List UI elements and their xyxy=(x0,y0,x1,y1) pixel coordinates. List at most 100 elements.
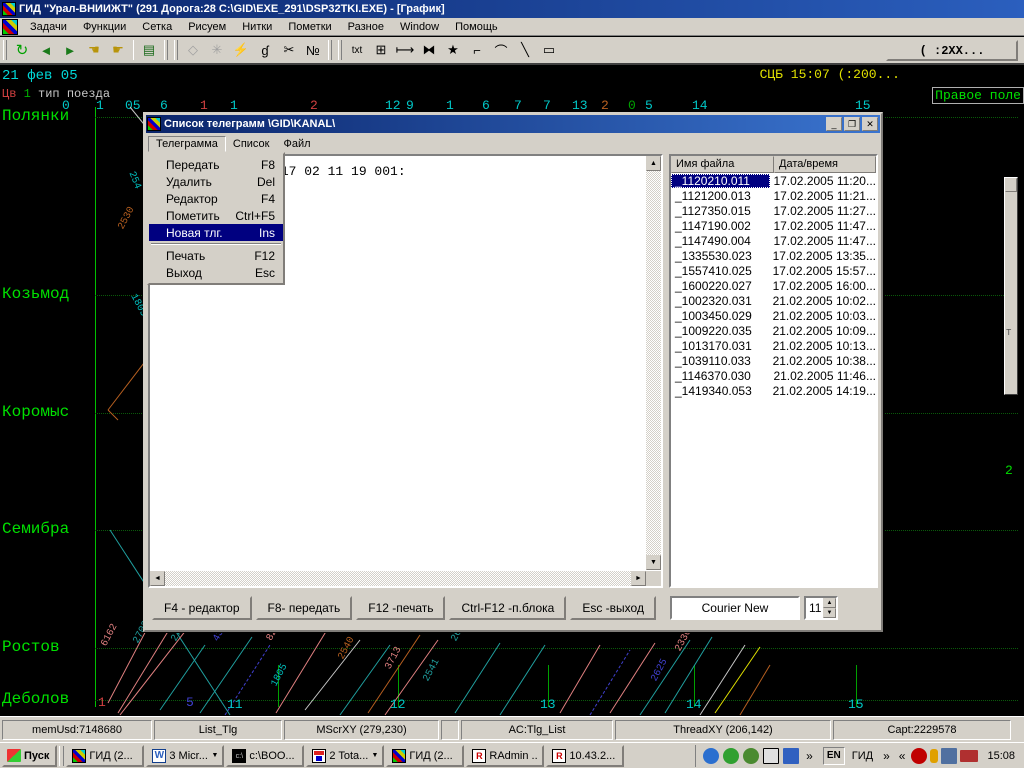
dropdown-item-exit[interactable]: Выход Esc xyxy=(149,264,283,281)
table-row[interactable]: _1147190.002 17.02.2005 11:47... xyxy=(671,218,876,233)
telegram-file-list[interactable]: Имя файла Дата/время _1120210.011 17.02.2… xyxy=(669,154,878,588)
book-icon[interactable] xyxy=(783,747,800,764)
snowflake-icon[interactable]: ✳ xyxy=(205,39,229,62)
hook-icon[interactable]: ɠ xyxy=(253,39,277,62)
spinner-up-icon[interactable]: ▲ xyxy=(822,598,836,608)
spinner-down-icon[interactable]: ▼ xyxy=(822,608,836,618)
prev-page-icon[interactable]: ◄ xyxy=(34,39,58,62)
scroll-down-icon[interactable]: ▼ xyxy=(646,555,661,570)
table-row[interactable]: _1013170.031 21.02.2005 10:13... xyxy=(671,338,876,353)
dialog-menu-list[interactable]: Список xyxy=(226,137,277,151)
table-row[interactable]: _1146370.030 21.02.2005 11:46... xyxy=(671,368,876,383)
editor-hscroll-track[interactable] xyxy=(150,571,646,586)
table-row[interactable]: _1009220.035 21.02.2005 10:09... xyxy=(671,323,876,338)
f4-editor-button[interactable]: F4 - редактор xyxy=(152,596,252,620)
taskbar-task-6[interactable]: R 10.43.2... xyxy=(546,744,625,767)
taskbar-clock[interactable]: 15:08 xyxy=(981,750,1021,762)
refresh-globe-icon[interactable] xyxy=(743,747,760,764)
menu-item-grid[interactable]: Сетка xyxy=(134,19,180,35)
number-icon[interactable]: № xyxy=(301,39,325,62)
font-size-stepper[interactable]: 11 ▲ ▼ xyxy=(803,596,838,620)
toolbar-grip-1[interactable] xyxy=(3,40,7,60)
cross-lines-icon[interactable]: ⧓ xyxy=(417,39,441,62)
esc-exit-button[interactable]: Esc -выход xyxy=(570,596,656,620)
taskbar-task-4[interactable]: ГИД (2... xyxy=(386,744,465,767)
maximize-button[interactable]: ❐ xyxy=(844,117,860,131)
table-row[interactable]: _1039110.033 21.02.2005 10:38... xyxy=(671,353,876,368)
next-page-icon[interactable]: ► xyxy=(58,39,82,62)
table-row[interactable]: _1557410.025 17.02.2005 15:57... xyxy=(671,263,876,278)
hand-right-icon[interactable]: ☛ xyxy=(106,39,130,62)
menu-item-marks[interactable]: Пометки xyxy=(280,19,339,35)
refresh-icon[interactable]: ↻ xyxy=(10,39,34,62)
menu-item-help[interactable]: Помощь xyxy=(447,19,506,35)
font-name-field[interactable]: Courier New xyxy=(669,596,800,620)
menu-item-misc[interactable]: Разное xyxy=(340,19,392,35)
table-row[interactable]: _1121200.013 17.02.2005 11:21... xyxy=(671,188,876,203)
table-row[interactable]: _1003450.029 21.02.2005 10:03... xyxy=(671,308,876,323)
taskbar-task-2[interactable]: c:\ c:\BOO... xyxy=(226,744,305,767)
table-icon[interactable]: ⊞ xyxy=(369,39,393,62)
document-icon[interactable]: ▤ xyxy=(137,39,161,62)
menu-item-threads[interactable]: Нитки xyxy=(234,19,280,35)
mode-button[interactable]: ( :2XX... xyxy=(886,40,1018,61)
table-row[interactable]: _1147490.004 17.02.2005 11:47... xyxy=(671,233,876,248)
column-header-filename[interactable]: Имя файла xyxy=(671,156,774,173)
taskbar-task-0[interactable]: ГИД (2... xyxy=(66,744,145,767)
scroll-left-icon[interactable]: ◄ xyxy=(150,571,165,586)
editor-vertical-scrollbar[interactable]: ▲ ▼ xyxy=(646,156,661,570)
hand-left-icon[interactable]: ☚ xyxy=(82,39,106,62)
scroll-up-icon[interactable]: ▲ xyxy=(646,156,661,171)
task-dropdown-icon[interactable]: ▼ xyxy=(211,752,218,759)
person-tray-icon[interactable] xyxy=(930,748,939,763)
tray-chevron-icon[interactable]: » xyxy=(880,749,893,763)
zigzag-icon[interactable]: ◇ xyxy=(181,39,205,62)
dropdown-item-send[interactable]: Передать F8 xyxy=(149,156,283,173)
table-row[interactable]: _1120210.011 17.02.2005 11:20... xyxy=(671,173,876,188)
editor-vscroll-track[interactable] xyxy=(646,156,661,570)
start-button[interactable]: Пуск xyxy=(2,744,58,767)
tray-collapse-icon[interactable]: « xyxy=(896,749,909,763)
toolbar-grip-2[interactable] xyxy=(164,40,168,60)
window-icon[interactable]: ▭ xyxy=(537,39,561,62)
quick-launch-chevron-icon[interactable]: » xyxy=(803,749,816,763)
menu-item-draw[interactable]: Рисуем xyxy=(180,19,234,35)
monitor-tray-icon[interactable] xyxy=(941,747,958,764)
media-player-icon[interactable] xyxy=(723,747,740,764)
graph-scroll-thumb[interactable] xyxy=(1005,178,1017,192)
table-row[interactable]: _1127350.015 17.02.2005 11:27... xyxy=(671,203,876,218)
table-row[interactable]: _1002320.031 21.02.2005 10:02... xyxy=(671,293,876,308)
scroll-right-icon[interactable]: ► xyxy=(631,571,646,586)
toolbar-grip-5[interactable] xyxy=(338,40,342,60)
taskbar-grip[interactable] xyxy=(59,745,65,766)
dropdown-item-new-telegram[interactable]: Новая тлг. Ins xyxy=(149,224,283,241)
taskbar-task-3[interactable]: 2 Tota... ▼ xyxy=(306,744,385,767)
toolbar-grip-3[interactable] xyxy=(174,40,178,60)
taskbar-task-5[interactable]: R RAdmin ... xyxy=(466,744,545,767)
f12-print-button[interactable]: F12 -печать xyxy=(356,596,446,620)
language-indicator[interactable]: EN xyxy=(822,746,845,765)
tray-gid-label[interactable]: ГИД xyxy=(848,750,877,762)
table-row[interactable]: _1600220.027 17.02.2005 16:00... xyxy=(671,278,876,293)
dialog-titlebar[interactable]: Список телеграмм \GID\KANAL\ _ ❐ ✕ xyxy=(146,115,880,133)
radmin-tray-icon[interactable] xyxy=(911,747,928,764)
menu-item-tasks[interactable]: Задачи xyxy=(22,19,75,35)
dropdown-item-print[interactable]: Печать F12 xyxy=(149,247,283,264)
column-header-datetime[interactable]: Дата/время xyxy=(774,156,876,173)
save-icon[interactable] xyxy=(763,747,780,764)
internet-explorer-icon[interactable] xyxy=(703,747,720,764)
dialog-menu-telegram[interactable]: Телеграмма xyxy=(148,135,226,152)
corner-icon[interactable]: ⌐ xyxy=(465,39,489,62)
star-icon[interactable]: ★ xyxy=(441,39,465,62)
ctrl-f12-block-button[interactable]: Ctrl-F12 -п.блока xyxy=(449,596,567,620)
minimize-button[interactable]: _ xyxy=(826,117,842,131)
editor-horizontal-scrollbar[interactable]: ◄ ► xyxy=(150,571,646,586)
close-button[interactable]: ✕ xyxy=(862,117,878,131)
diagonal-icon[interactable]: ╲ xyxy=(513,39,537,62)
table-row[interactable]: _1419340.053 21.02.2005 14:19... xyxy=(671,383,876,398)
arc-icon[interactable]: ⌒ xyxy=(489,39,513,62)
text-icon[interactable]: txt xyxy=(345,39,369,62)
network-tray-icon[interactable] xyxy=(960,749,979,762)
dropdown-item-mark[interactable]: Пометить Ctrl+F5 xyxy=(149,207,283,224)
dropdown-item-editor[interactable]: Редактор F4 xyxy=(149,190,283,207)
